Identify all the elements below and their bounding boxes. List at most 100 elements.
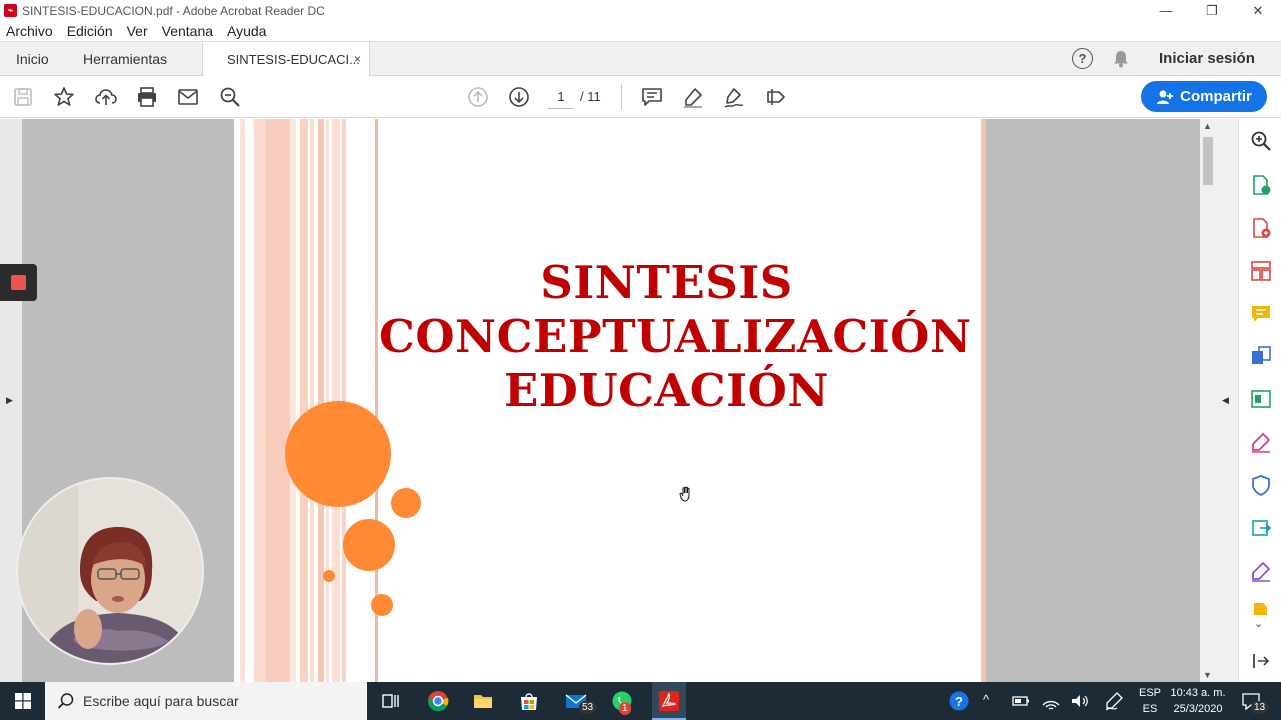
export-pdf-icon[interactable] (1250, 174, 1272, 196)
request-signature-icon[interactable] (1250, 560, 1272, 582)
acrobat-app-icon: ⌁ (4, 4, 17, 17)
keyboard-layout: ES (1142, 703, 1158, 715)
stop-icon (11, 275, 26, 290)
store-icon[interactable] (518, 690, 540, 712)
star-icon[interactable] (52, 85, 76, 109)
share-button-label: Compartir (1180, 88, 1252, 105)
input-language-indicator[interactable]: ESP ES (1139, 685, 1161, 717)
close-tab-icon[interactable]: × (354, 52, 361, 66)
slide-title-line-3: EDUCACIÓN (504, 364, 829, 417)
notifications-count-badge: 13 (1251, 701, 1269, 714)
clock-date: 25/3/2020 (1173, 703, 1223, 715)
menu-bar: Archivo Edición Ver Ventana Ayuda (0, 21, 1281, 41)
comment-tool-icon[interactable] (1250, 303, 1272, 325)
task-view-icon[interactable] (380, 690, 402, 712)
save-icon[interactable] (11, 85, 35, 109)
collapse-panel-icon[interactable] (1250, 650, 1272, 672)
title-bar: ⌁ SINTESIS-EDUCACION.pdf - Adobe Acrobat… (0, 0, 1281, 21)
windows-logo-icon (14, 693, 31, 709)
create-pdf-icon[interactable] (1250, 217, 1272, 239)
svg-text:?: ? (955, 694, 963, 709)
tab-document[interactable]: SINTESIS-EDUCACI... × (202, 42, 370, 77)
webcam-overlay (16, 477, 204, 665)
fill-sign-icon[interactable] (1250, 431, 1272, 453)
start-button[interactable] (0, 682, 45, 720)
page-right-edge (981, 119, 986, 682)
acrobat-window: ⌁ SINTESIS-EDUCACION.pdf - Adobe Acrobat… (0, 0, 1281, 720)
send-track-icon[interactable] (1250, 517, 1272, 539)
print-icon[interactable] (135, 85, 159, 109)
windows-taskbar: Escribe aquí para buscar 53 1 ? ^ ESP ES… (0, 682, 1281, 720)
language-code: ESP (1139, 687, 1162, 699)
acrobat-reader-icon (659, 691, 679, 711)
page-number-input[interactable]: 1 (548, 87, 574, 109)
menu-edicion[interactable]: Edición (67, 23, 113, 39)
edit-pdf-icon[interactable] (1250, 388, 1272, 410)
tab-home[interactable]: Inicio (16, 42, 49, 76)
taskbar-search-placeholder: Escribe aquí para buscar (83, 693, 239, 709)
cloud-upload-icon[interactable] (94, 85, 118, 109)
search-icon (57, 693, 74, 709)
slide-title-line-1: SINTESIS (540, 256, 793, 309)
pdf-page: SINTESIS CONCEPTUALIZACIÓN EDUCACIÓN (234, 119, 986, 682)
collapse-right-pane-icon[interactable]: ◀ (1222, 395, 1229, 406)
minimize-button[interactable]: — (1143, 0, 1189, 21)
volume-icon[interactable] (1069, 690, 1091, 712)
whatsapp-unread-badge: 1 (619, 702, 631, 715)
chrome-icon[interactable] (427, 690, 449, 712)
restore-button[interactable]: ❐ (1189, 0, 1235, 21)
help-icon[interactable]: ? (1072, 48, 1093, 69)
pen-ink-icon[interactable] (1103, 690, 1125, 712)
show-hidden-icons-icon[interactable]: ^ (983, 692, 989, 707)
slide-title-line-2: CONCEPTUALIZACIÓN (379, 310, 972, 363)
tabs-row: Inicio Herramientas SINTESIS-EDUCACI... … (0, 41, 1281, 77)
wifi-icon[interactable] (1040, 690, 1062, 712)
sign-icon[interactable] (722, 85, 746, 109)
page-total: / 11 (580, 89, 601, 104)
toolbar-divider (621, 84, 622, 110)
combine-files-icon[interactable] (1250, 345, 1272, 367)
more-tools-icon[interactable] (764, 85, 788, 109)
share-button[interactable]: Compartir (1141, 81, 1267, 112)
battery-icon[interactable] (1010, 690, 1032, 712)
organize-pages-icon[interactable] (1250, 260, 1272, 282)
help-tray-icon[interactable]: ? (948, 690, 970, 712)
tab-tools[interactable]: Herramientas (83, 42, 167, 76)
vertical-scrollbar[interactable]: ▲ ▼ (1200, 119, 1216, 682)
mail-unread-badge: 53 (579, 701, 597, 714)
scroll-up-icon[interactable]: ▲ (1203, 121, 1212, 131)
window-controls: — ❐ ✕ (1143, 0, 1281, 21)
menu-ver[interactable]: Ver (127, 23, 148, 39)
clock-time: 10:43 a. m. (1170, 687, 1226, 699)
taskbar-search-input[interactable]: Escribe aquí para buscar (45, 682, 367, 720)
mail-icon[interactable] (176, 85, 200, 109)
main-toolbar: 1 / 11 Compartir (0, 76, 1281, 118)
scroll-down-icon[interactable]: ▼ (1203, 670, 1212, 680)
chevron-down-icon[interactable]: ⌄ (1254, 617, 1263, 630)
expand-left-pane-icon[interactable]: ▶ (6, 395, 13, 406)
scrollbar-thumb[interactable] (1203, 137, 1213, 185)
zoom-in-icon[interactable] (1250, 130, 1272, 152)
slide-title: SINTESIS CONCEPTUALIZACIÓN EDUCACIÓN (379, 256, 972, 418)
taskbar-clock[interactable]: 10:43 a. m. 25/3/2020 (1166, 685, 1230, 717)
stop-recording-button[interactable] (0, 264, 37, 301)
close-window-button[interactable]: ✕ (1235, 0, 1281, 21)
right-pane-toggle[interactable]: ◀ (1216, 119, 1238, 682)
hand-cursor-icon (679, 486, 690, 502)
protect-shield-icon[interactable] (1250, 474, 1272, 496)
highlight-icon[interactable] (681, 85, 705, 109)
zoom-search-icon[interactable] (218, 85, 242, 109)
menu-ventana[interactable]: Ventana (162, 23, 213, 39)
tab-document-label: SINTESIS-EDUCACI... (227, 52, 360, 67)
page-down-icon[interactable] (507, 85, 531, 109)
window-title: SINTESIS-EDUCACION.pdf - Adobe Acrobat R… (22, 3, 325, 18)
bell-icon[interactable] (1113, 50, 1129, 68)
signin-button[interactable]: Iniciar sesión (1159, 50, 1255, 67)
menu-ayuda[interactable]: Ayuda (227, 23, 266, 39)
file-explorer-icon[interactable] (472, 690, 494, 712)
acrobat-taskbar-item[interactable] (652, 682, 686, 720)
comment-icon[interactable] (640, 85, 664, 109)
menu-archivo[interactable]: Archivo (6, 23, 53, 39)
page-up-icon[interactable] (466, 85, 490, 109)
left-pane-collapsed[interactable]: ▶ (0, 119, 22, 682)
